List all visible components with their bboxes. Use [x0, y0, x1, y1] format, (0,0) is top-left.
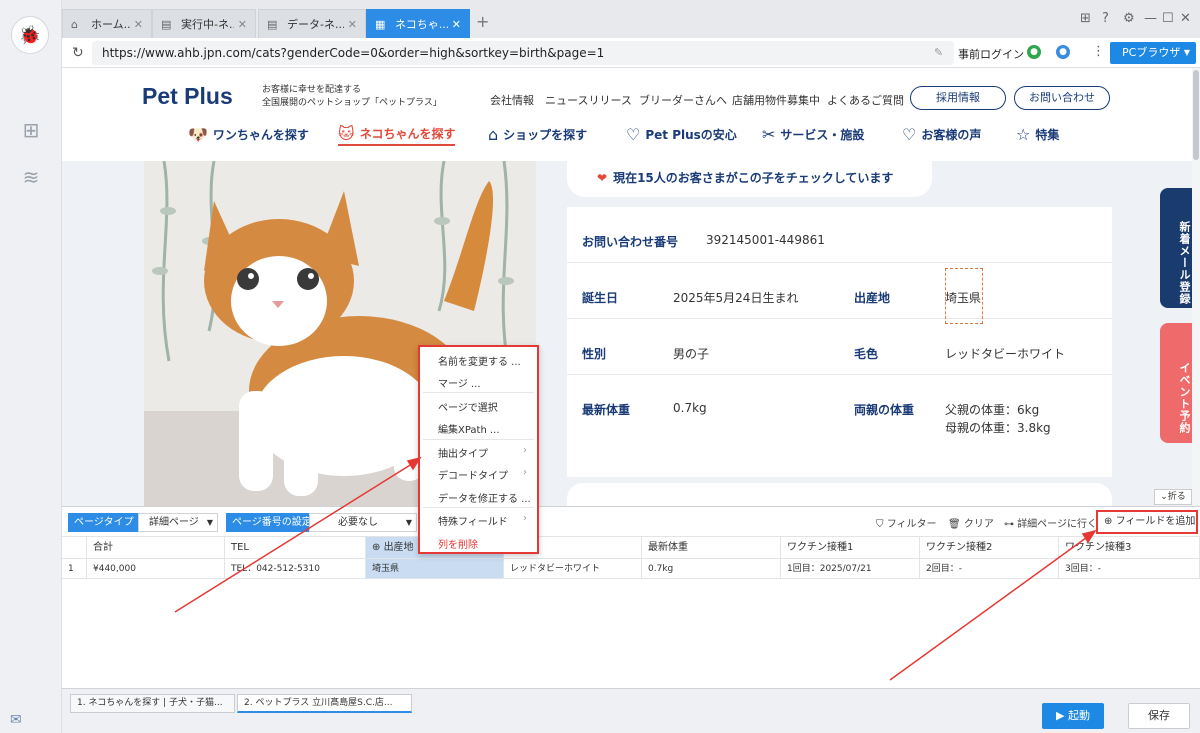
annotation-arrows	[174, 456, 1097, 681]
